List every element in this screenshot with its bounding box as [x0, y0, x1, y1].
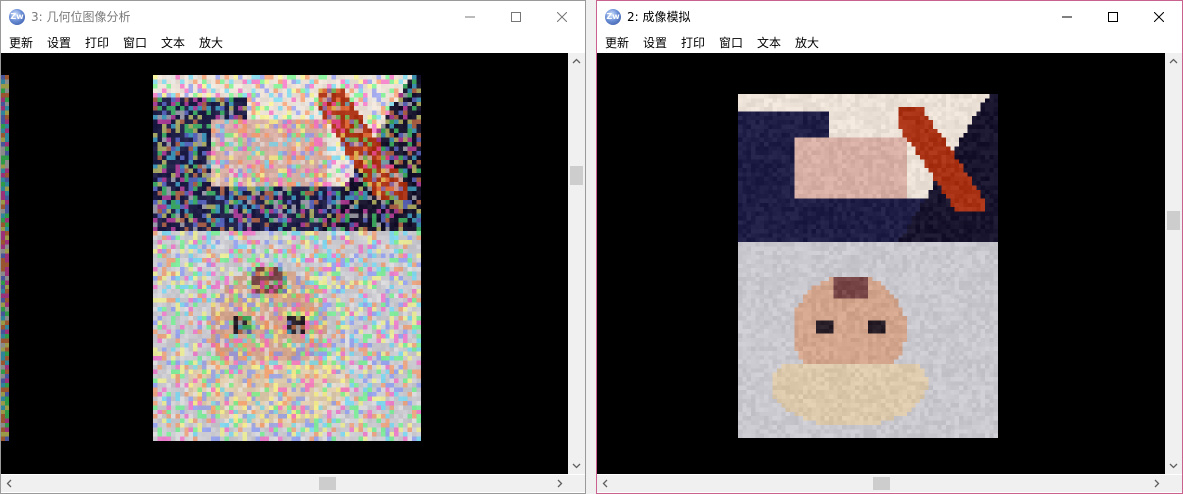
close-icon: [1154, 12, 1164, 22]
chevron-left-icon: [602, 479, 608, 488]
horizontal-scrollbar[interactable]: [1, 475, 568, 492]
maximize-icon: [1108, 12, 1118, 22]
vertical-scroll-thumb[interactable]: [1167, 211, 1180, 230]
menu-window[interactable]: 窗口: [718, 33, 744, 53]
menu-text[interactable]: 文本: [160, 33, 186, 53]
scroll-right-button[interactable]: [551, 475, 568, 492]
horizontal-scrollbar[interactable]: [597, 475, 1165, 492]
noisy-image: [153, 75, 421, 441]
scroll-down-button[interactable]: [1165, 457, 1182, 474]
window-title: 3: 几何位图像分析: [31, 10, 131, 24]
menu-update[interactable]: 更新: [8, 33, 34, 53]
chevron-up-icon: [1169, 58, 1178, 64]
scroll-down-button[interactable]: [568, 457, 585, 474]
minimize-button[interactable]: [1044, 1, 1090, 33]
menu-zoom[interactable]: 放大: [794, 33, 820, 53]
window-imaging-simulation[interactable]: Zw 2: 成像模拟 更新 设置 打印 窗口 文本 放大: [596, 0, 1183, 494]
menu-update[interactable]: 更新: [604, 33, 630, 53]
menu-text[interactable]: 文本: [756, 33, 782, 53]
inverted-portrait-image: [738, 94, 998, 438]
image-fragment: [1, 75, 9, 441]
horizontal-scroll-thumb[interactable]: [873, 477, 890, 490]
image-canvas[interactable]: [597, 53, 1165, 474]
menu-zoom[interactable]: 放大: [198, 33, 224, 53]
minimize-button[interactable]: [447, 1, 493, 33]
menu-settings[interactable]: 设置: [46, 33, 72, 53]
horizontal-scroll-thumb[interactable]: [319, 477, 336, 490]
title-bar[interactable]: Zw 3: 几何位图像分析: [1, 1, 585, 33]
chevron-down-icon: [572, 463, 581, 469]
window-title: 2: 成像模拟: [627, 10, 691, 24]
image-canvas[interactable]: [1, 53, 568, 474]
vertical-scrollbar[interactable]: [568, 53, 585, 474]
title-bar[interactable]: Zw 2: 成像模拟: [597, 1, 1182, 33]
menu-print[interactable]: 打印: [84, 33, 110, 53]
maximize-icon: [511, 12, 521, 22]
menu-settings[interactable]: 设置: [642, 33, 668, 53]
window-geometric-analysis[interactable]: Zw 3: 几何位图像分析 更新 设置 打印 窗口 文本 放大: [0, 0, 586, 494]
chevron-right-icon: [1154, 479, 1160, 488]
close-button[interactable]: [1136, 1, 1182, 33]
scroll-left-button[interactable]: [597, 475, 614, 492]
chevron-right-icon: [557, 479, 563, 488]
minimize-icon: [1062, 16, 1072, 18]
minimize-icon: [465, 16, 475, 18]
maximize-button[interactable]: [1090, 1, 1136, 33]
scroll-up-button[interactable]: [1165, 53, 1182, 70]
menu-print[interactable]: 打印: [680, 33, 706, 53]
scrollbar-corner: [568, 475, 585, 492]
chevron-left-icon: [6, 479, 12, 488]
app-logo-icon: Zw: [605, 9, 621, 25]
menu-bar: 更新 设置 打印 窗口 文本 放大: [597, 33, 1182, 53]
maximize-button[interactable]: [493, 1, 539, 33]
chevron-down-icon: [1169, 463, 1178, 469]
chevron-up-icon: [572, 58, 581, 64]
close-icon: [557, 12, 567, 22]
scroll-right-button[interactable]: [1148, 475, 1165, 492]
menu-bar: 更新 设置 打印 窗口 文本 放大: [1, 33, 585, 53]
vertical-scrollbar[interactable]: [1165, 53, 1182, 474]
menu-window[interactable]: 窗口: [122, 33, 148, 53]
scroll-left-button[interactable]: [1, 475, 18, 492]
scrollbar-corner: [1165, 475, 1182, 492]
vertical-scroll-thumb[interactable]: [570, 166, 583, 185]
scroll-up-button[interactable]: [568, 53, 585, 70]
app-logo-icon: Zw: [9, 9, 25, 25]
close-button[interactable]: [539, 1, 585, 33]
